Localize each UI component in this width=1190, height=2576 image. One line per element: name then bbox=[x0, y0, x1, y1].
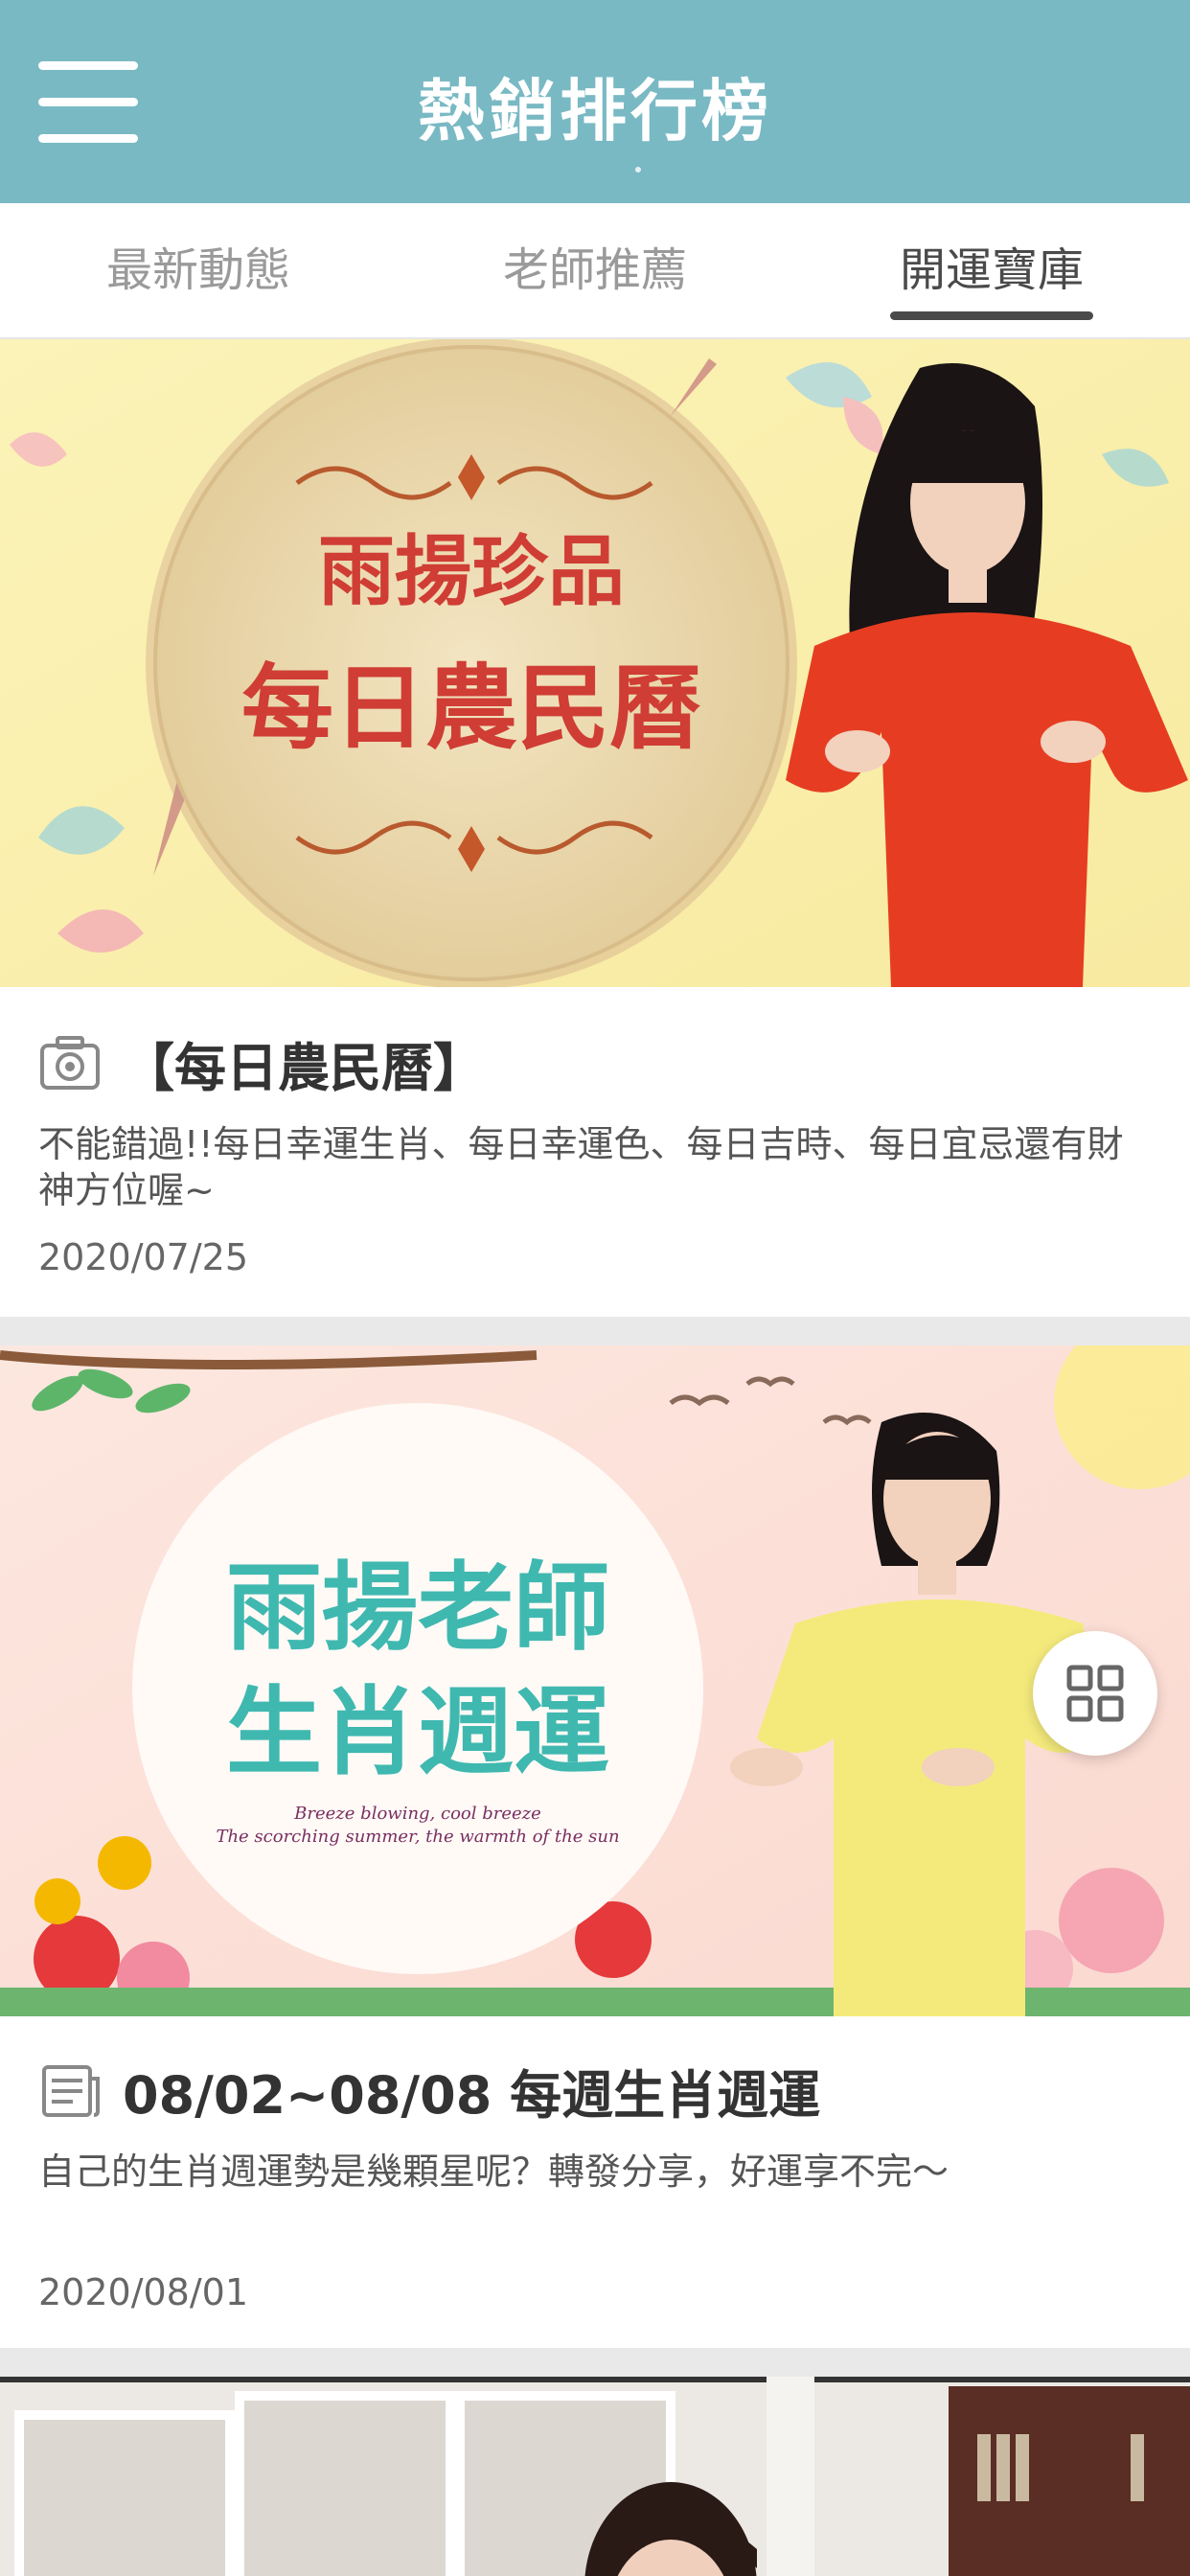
article-icon bbox=[42, 2064, 100, 2117]
card-title-row[interactable]: 【每日農民曆】 bbox=[38, 1025, 485, 1101]
card-date: 2020/08/01 bbox=[38, 2271, 249, 2313]
banner-tagline1: Breeze blowing, cool breeze bbox=[293, 1804, 541, 1824]
banner-illustration: 雨揚珍品 每日農民曆 bbox=[0, 339, 1190, 987]
tab-bar: 最新動態 老師推薦 開運寶庫 bbox=[0, 203, 1190, 339]
tab-fortune-treasury-label: 開運寶庫 bbox=[899, 243, 1084, 297]
grid-icon bbox=[1066, 1665, 1124, 1722]
card-title: 08/02~08/08 每週生肖週運 bbox=[123, 2065, 821, 2126]
card-description: 自己的生肖週運勢是幾顆星呢？轉發分享，好運享不完～ bbox=[38, 2150, 950, 2193]
card-date: 2020/07/25 bbox=[38, 1236, 249, 1278]
card-banner-image[interactable]: 雨揚老師 生肖週運 Breeze blowing, cool breeze Th… bbox=[0, 1346, 1190, 2016]
banner-illustration bbox=[0, 2377, 1190, 2576]
card-description: 不能錯過!!每日幸運生肖、每日幸運色、每日吉時、每日宜忌還有財神方位喔~ bbox=[38, 1123, 1124, 1211]
card-banner-image[interactable]: 雨揚珍品 每日農民曆 bbox=[0, 339, 1190, 987]
card-title-row[interactable]: 08/02~08/08 每週生肖週運 bbox=[38, 2053, 820, 2128]
banner-circle-line2: 每日農民曆 bbox=[241, 654, 701, 762]
camera-icon bbox=[40, 1035, 100, 1090]
card-banner-image[interactable] bbox=[0, 2377, 1190, 2576]
grid-view-button[interactable] bbox=[1033, 1631, 1157, 1756]
banner-illustration: 雨揚老師 生肖週運 Breeze blowing, cool breeze Th… bbox=[0, 1346, 1190, 2016]
banner-tagline2: The scorching summer, the warmth of the … bbox=[216, 1827, 619, 1847]
article-card[interactable]: 雨揚珍品 每日農民曆 【每日農民曆】 不能錯過!!每日幸運生肖、每日幸運色、每日… bbox=[0, 339, 1190, 1317]
app-header: 熱銷排行榜 bbox=[0, 0, 1190, 203]
tab-fortune-treasury[interactable]: 開運寶庫 bbox=[793, 203, 1190, 337]
card-title: 【每日農民曆】 bbox=[123, 1038, 485, 1098]
tab-teacher-recommend[interactable]: 老師推薦 bbox=[397, 203, 793, 337]
article-card[interactable]: 雨揚老師 生肖週運 Breeze blowing, cool breeze Th… bbox=[0, 1346, 1190, 2348]
header-dot bbox=[635, 167, 641, 172]
page-title: 熱銷排行榜 bbox=[418, 72, 772, 150]
banner-circle-line1: 雨揚老師 bbox=[226, 1552, 609, 1664]
tab-latest-news[interactable]: 最新動態 bbox=[0, 203, 397, 337]
banner-circle-line1: 雨揚珍品 bbox=[318, 526, 625, 616]
banner-circle-line2: 生肖週運 bbox=[226, 1676, 609, 1788]
active-tab-indicator bbox=[890, 311, 1093, 320]
article-card[interactable] bbox=[0, 2377, 1190, 2576]
